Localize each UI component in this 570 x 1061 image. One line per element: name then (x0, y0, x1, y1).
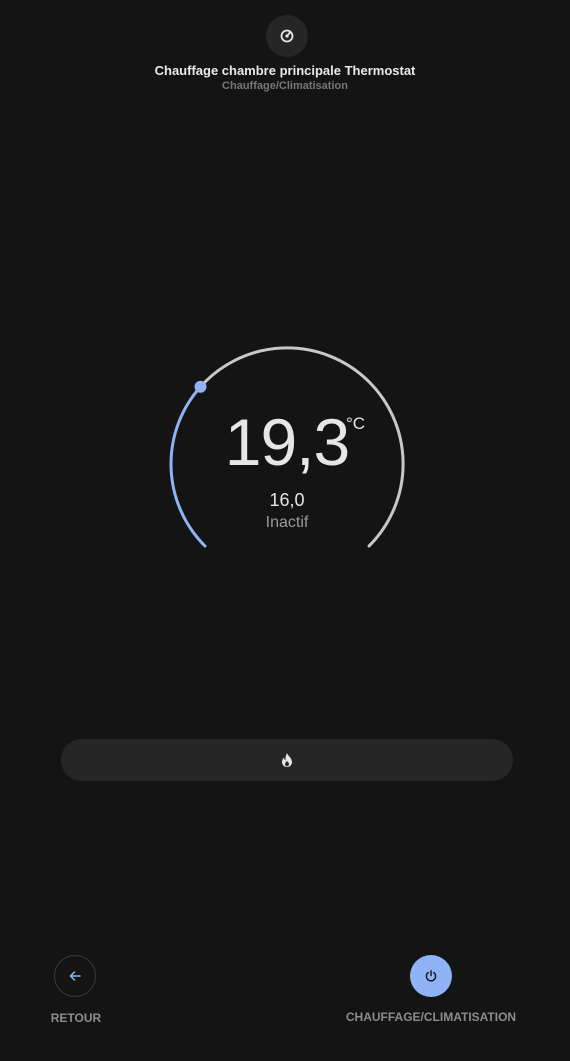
power-label[interactable]: CHAUFFAGE/CLIMATISATION (325, 1010, 537, 1024)
target-temperature: 16,0 (269, 490, 305, 510)
back-button[interactable] (54, 955, 96, 997)
power-icon (424, 969, 438, 983)
current-temperature: 19,3 (224, 405, 350, 479)
dial-handle[interactable] (194, 380, 207, 393)
arrow-left-icon (68, 969, 82, 983)
hvac-mode-bar[interactable] (61, 739, 513, 781)
thermostat-page: Chauffage chambre principale Thermostat … (0, 0, 570, 1061)
page-subtitle: Chauffage/Climatisation (222, 80, 348, 92)
thermostat-icon[interactable] (266, 15, 308, 57)
temperature-unit: °C (346, 414, 366, 433)
flame-icon[interactable] (280, 752, 294, 768)
page-title: Chauffage chambre principale Thermostat (154, 63, 416, 78)
hvac-action: Inactif (265, 514, 309, 531)
power-button[interactable] (410, 955, 452, 997)
back-label[interactable]: RETOUR (30, 1011, 122, 1025)
